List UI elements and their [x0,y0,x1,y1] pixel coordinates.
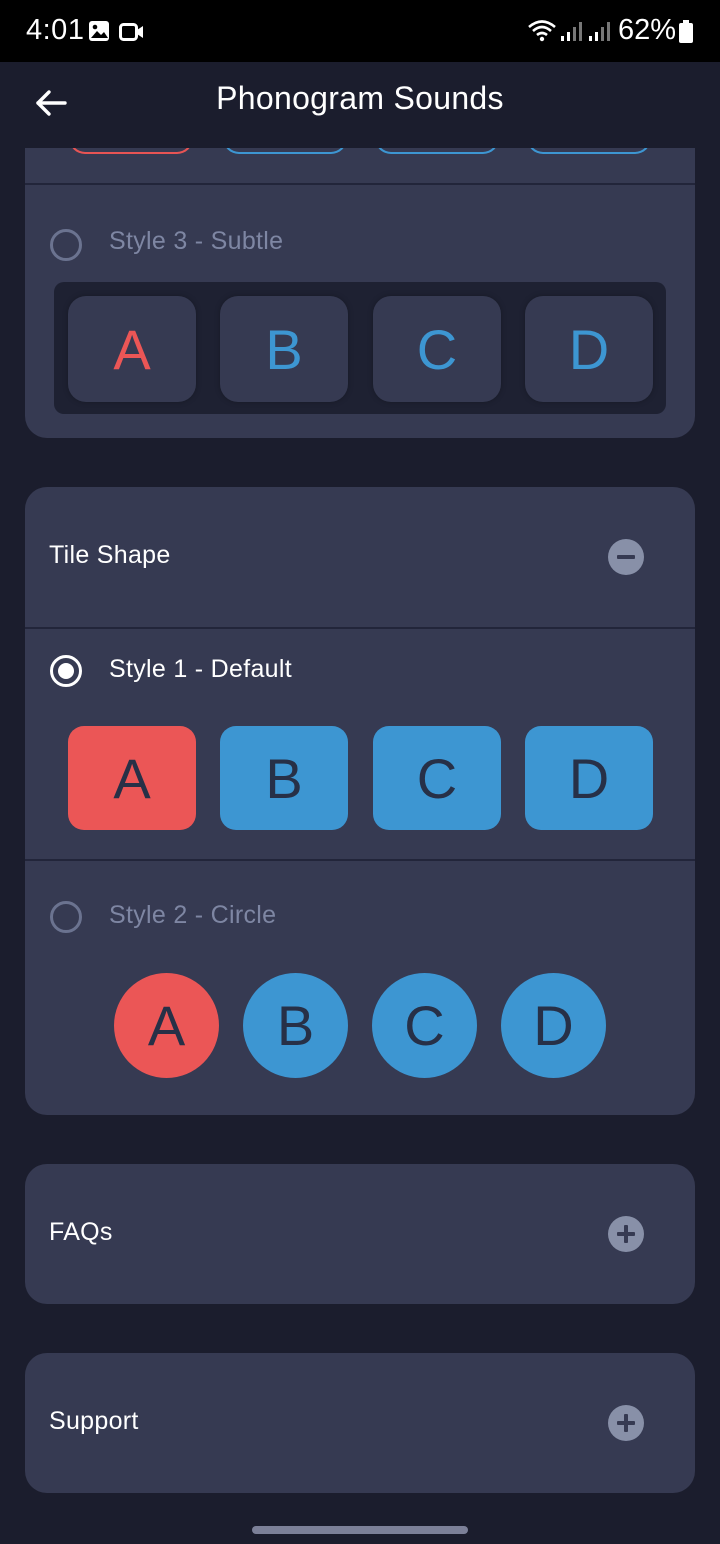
wifi-icon [527,18,557,49]
style2-tile-a[interactable]: A [114,973,219,1078]
support-card[interactable]: Support [25,1353,695,1493]
expand-support-button[interactable] [608,1405,644,1441]
style3-tile-b[interactable]: B [220,296,348,402]
style1-tile-a[interactable]: A [68,726,196,830]
style2-tile-d[interactable]: D [501,973,606,1078]
settings-scroll[interactable]: Style 3 - Subtle A B C D Tile Shape Styl… [0,148,720,1520]
style2-outline-tile-d [527,148,651,154]
style2-outline-tile-a [69,148,193,154]
style3-label: Style 3 - Subtle [109,227,284,255]
style2-outline-tile-c [375,148,499,154]
style3-tile-c[interactable]: C [373,296,501,402]
style3-option[interactable]: Style 3 - Subtle [25,185,695,261]
page-title: Phonogram Sounds [216,80,504,116]
style3-radio[interactable] [50,229,82,261]
expand-faqs-button[interactable] [608,1216,644,1252]
plus-circle-icon [617,1225,635,1243]
signal-icon [588,20,610,47]
style2-tile-c[interactable]: C [372,973,477,1078]
signal-icon [560,20,582,47]
battery-level: 62% [618,14,677,46]
support-title: Support [49,1407,139,1435]
style1-tile-d[interactable]: D [525,726,653,830]
style1-tile-c[interactable]: C [373,726,501,830]
collapse-button[interactable] [608,539,644,575]
tile-shape-card: Tile Shape Style 1 - Default A B C D Sty… [25,487,695,1115]
style2-tile-b[interactable]: B [243,973,348,1078]
style1-radio[interactable] [50,655,82,687]
faqs-card[interactable]: FAQs [25,1164,695,1304]
battery-icon [678,19,694,50]
plus-circle-icon [617,1414,635,1432]
status-bar: 4:01 62% [0,0,720,62]
home-indicator[interactable] [252,1526,468,1534]
minus-circle-icon [617,555,635,559]
faqs-title: FAQs [49,1218,113,1246]
video-icon [119,22,145,47]
style3-tile-d[interactable]: D [525,296,653,402]
style1-option[interactable]: Style 1 - Default [25,629,695,709]
style2-label: Style 2 - Circle [109,901,277,929]
style1-tile-b[interactable]: B [220,726,348,830]
style3-tile-tray: A B C D [54,282,666,414]
app-header: Phonogram Sounds [0,62,720,148]
style2-option[interactable]: Style 2 - Circle [25,861,695,941]
style2-outline-tile-b [223,148,347,154]
tile-shape-title: Tile Shape [49,541,171,569]
style1-label: Style 1 - Default [109,655,292,683]
tile-shape-header[interactable]: Tile Shape [25,487,695,627]
style2-radio[interactable] [50,901,82,933]
style3-tile-a[interactable]: A [68,296,196,402]
gallery-icon [88,20,110,47]
status-time: 4:01 [26,14,85,46]
tile-color-card: Style 3 - Subtle A B C D [25,148,695,438]
